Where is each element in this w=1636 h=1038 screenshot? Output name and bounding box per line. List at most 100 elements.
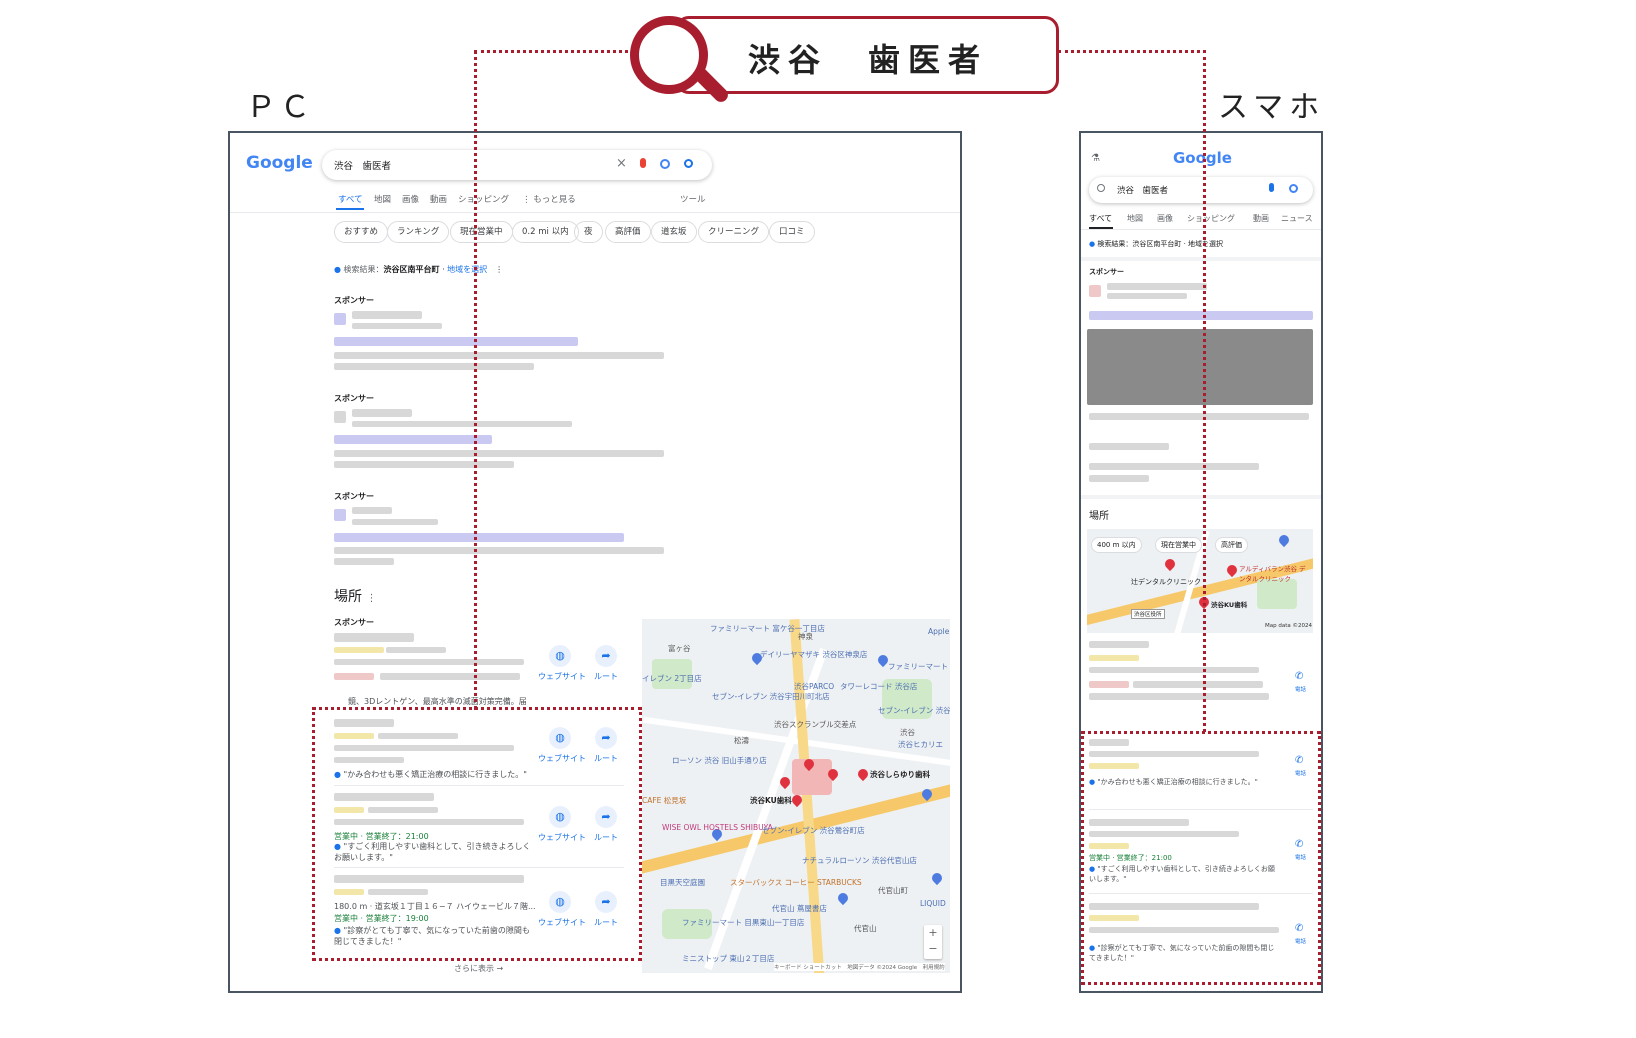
- lens-icon[interactable]: [1289, 184, 1298, 193]
- sp-tab-shopping[interactable]: ショッピング: [1187, 213, 1235, 224]
- map-pin[interactable]: [1162, 556, 1178, 572]
- result-location-value: 渋谷区南平台町: [383, 265, 440, 274]
- result-location-prefix: 検索結果：: [343, 265, 384, 274]
- result-location: ● 検索結果：渋谷区南平台町 · 地域を選択 ⋮: [334, 265, 504, 274]
- chip-distance[interactable]: 0.2 mi 以内: [512, 221, 579, 243]
- map-label: WISE OWL HOSTELS SHIBUYA: [662, 823, 773, 832]
- tab-shopping[interactable]: ショッピング: [458, 193, 509, 205]
- sp-tabs-divider: [1081, 229, 1321, 230]
- sp-local-results-highlight: [1081, 731, 1321, 985]
- map-label: 渋谷しらゆり歯科: [870, 770, 930, 779]
- connector-line-left-vertical: [474, 50, 477, 710]
- tab-images[interactable]: 画像: [402, 193, 419, 205]
- map-label: 渋谷PARCO: [794, 682, 835, 691]
- chip-reviews[interactable]: 口コミ: [769, 221, 815, 243]
- chip-top-rated[interactable]: 高評価: [605, 221, 651, 243]
- map-footer: キーボード ショートカット 地図データ ©2024 Google 利用規約: [774, 963, 945, 971]
- places-heading-text: 場所: [334, 589, 362, 605]
- pc-tabs: すべて 地図 画像 動画 ショッピング ⋮ もっと見る ツール: [230, 133, 960, 213]
- sp-sponsor-label: スポンサー: [1089, 268, 1124, 276]
- mic-icon[interactable]: [1269, 183, 1274, 192]
- sp-screenshot: ⚗ Google 渋谷 歯医者 すべて 地図 画像 ショッピング 動画 ニュース…: [1079, 131, 1323, 993]
- labs-icon[interactable]: ⚗: [1091, 153, 1100, 164]
- tab-tools[interactable]: ツール: [680, 193, 706, 205]
- sp-map-chip-distance[interactable]: 400 m 以内: [1091, 537, 1142, 553]
- map-label: 代官山町: [878, 886, 908, 895]
- map-label: 松濤: [734, 736, 749, 745]
- chip-night[interactable]: 夜: [574, 221, 603, 243]
- zoom-control[interactable]: + −: [924, 925, 942, 959]
- search-icon: [1097, 184, 1105, 192]
- map-label: セブン-イレブン 渋谷金王坂上店: [878, 706, 950, 715]
- map-label: デイリーヤマザキ 渋谷区神泉店: [760, 650, 868, 659]
- map-label: 神泉: [798, 632, 813, 641]
- sp-map[interactable]: 400 m 以内 現在営業中 高評価 辻デンタルクリニック アルディバラン渋谷 …: [1087, 529, 1313, 633]
- sp-tab-images[interactable]: 画像: [1157, 213, 1173, 224]
- sp-divider: [1081, 257, 1321, 261]
- ad-website-button[interactable]: ◍ ウェブサイト: [538, 645, 586, 682]
- pc-map[interactable]: ファミリーマート 富ケ谷一丁目店 神泉 デイリーヤマザキ 渋谷区神泉店 ファミリ…: [642, 619, 950, 973]
- sponsor-label-3: スポンサー: [334, 492, 374, 501]
- map-label: イレブン 2丁目店: [642, 674, 702, 683]
- map-label: ナチュラルローソン 渋谷代官山店: [802, 856, 917, 865]
- chip-cleaning[interactable]: クリーニング: [698, 221, 770, 243]
- tab-maps[interactable]: 地図: [374, 193, 391, 205]
- map-pin[interactable]: [835, 890, 851, 906]
- map-label: セブン-イレブン 渋谷宇田川町北店: [712, 692, 830, 701]
- map-label: セブン-イレブン 渋谷鶯谷町店: [762, 826, 865, 835]
- map-label: 渋谷スクランブル交差点: [774, 720, 857, 729]
- map-pin[interactable]: [1224, 562, 1240, 578]
- map-label: 目黒天空庭園: [660, 878, 705, 887]
- sp-places-heading: 場所: [1089, 511, 1109, 522]
- sp-divider: [1081, 495, 1321, 499]
- map-label: ミニストップ 東山２丁目店: [682, 954, 775, 963]
- sp-tab-all[interactable]: すべて: [1089, 213, 1112, 224]
- search-callout: 渋谷 歯医者: [675, 16, 1059, 94]
- tab-all[interactable]: すべて: [338, 193, 363, 205]
- sp-map-chip-rated[interactable]: 高評価: [1215, 537, 1248, 553]
- map-pin[interactable]: [1276, 532, 1292, 548]
- chip-dogenzaka[interactable]: 道玄坂: [651, 221, 697, 243]
- map-pin[interactable]: [855, 766, 871, 782]
- map-label: 渋谷KU歯科: [750, 796, 792, 805]
- map-pin[interactable]: [929, 870, 945, 886]
- sp-tab-maps[interactable]: 地図: [1127, 213, 1143, 224]
- connector-line-right-horizontal: [1058, 50, 1206, 53]
- chip-recommended[interactable]: おすすめ: [334, 221, 389, 243]
- map-label: ファミリーマート オーバル: [888, 662, 950, 671]
- sp-map-label: アルディバラン渋谷 デンタルクリニック: [1239, 565, 1306, 583]
- map-label: LIQUID: [920, 899, 946, 908]
- sp-tab-videos[interactable]: 動画: [1253, 213, 1269, 224]
- more-button[interactable]: さらに表示 →: [454, 963, 503, 974]
- search-term: 渋谷 歯医者: [748, 41, 989, 79]
- sp-tab-news[interactable]: ニュース: [1281, 213, 1313, 224]
- call-label: 電話: [1295, 687, 1307, 693]
- pc-label: ＰＣ: [246, 90, 314, 125]
- map-label: ローソン 渋谷 旧山手通り店: [672, 756, 767, 765]
- map-label: タワーレコード 渋谷店: [840, 682, 918, 691]
- tab-all-underline: [336, 208, 364, 210]
- map-label: 代官山 蔦屋書店: [772, 904, 827, 913]
- places-heading: 場所 ⋮: [334, 589, 377, 605]
- tabs-divider: [230, 212, 960, 213]
- tab-more[interactable]: ⋮ もっと見る: [522, 193, 576, 205]
- pc-local-results-highlight: [312, 707, 642, 961]
- map-label: CAFE 松見坂: [642, 796, 687, 805]
- ad-route-button[interactable]: ➦ ルート: [584, 645, 628, 682]
- chip-ranking[interactable]: ランキング: [387, 221, 450, 243]
- map-label: Apple: [928, 627, 950, 636]
- sp-map-label: 渋谷KU歯科: [1211, 601, 1248, 609]
- map-label: スターバックス コーヒー STARBUCKS: [730, 878, 862, 887]
- choose-region-link[interactable]: 地域を選択: [447, 265, 487, 274]
- sp-label: スマホ: [1218, 90, 1326, 125]
- tab-videos[interactable]: 動画: [430, 193, 447, 205]
- map-park: [1257, 579, 1297, 609]
- map-label: 代官山: [854, 924, 877, 933]
- chip-open-now[interactable]: 現在営業中: [450, 221, 513, 243]
- phone-icon[interactable]: ✆: [1295, 671, 1303, 682]
- sp-map-label: 渋谷区役所: [1131, 609, 1165, 619]
- sp-map-chip-open[interactable]: 現在営業中: [1155, 537, 1202, 553]
- sp-map-label: Map data ©2024: [1265, 623, 1312, 629]
- sp-search-input[interactable]: 渋谷 歯医者: [1089, 177, 1313, 203]
- sp-map-label: 辻デンタルクリニック: [1131, 578, 1201, 586]
